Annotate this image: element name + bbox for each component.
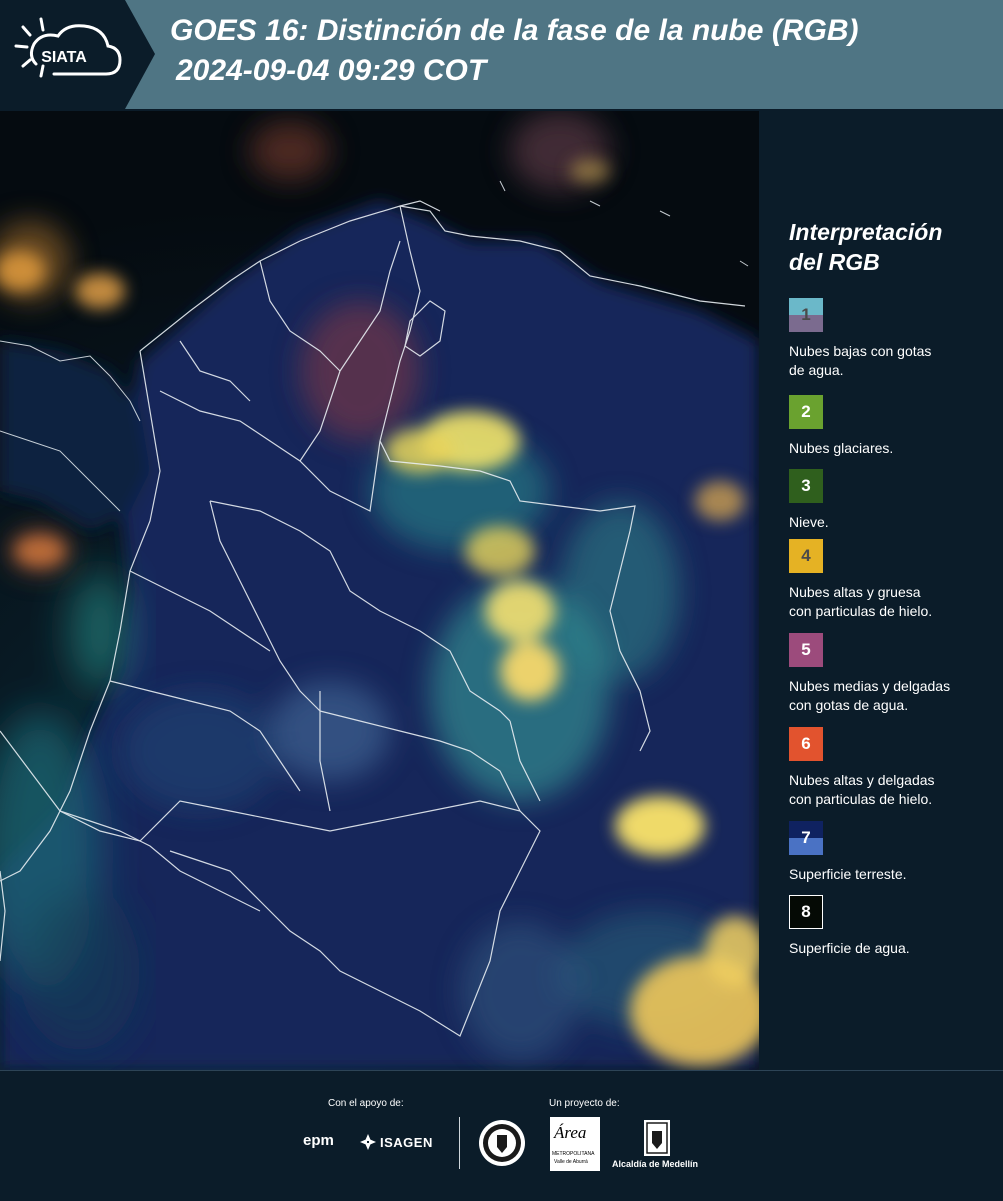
legend-title-line1: Interpretación	[789, 219, 943, 245]
footer-divider	[459, 1117, 460, 1169]
legend-label-1-line1: Nubes bajas con gotas	[789, 343, 932, 359]
project-label: Un proyecto de:	[549, 1098, 620, 1109]
legend-label-1-line2: de agua.	[789, 362, 844, 378]
page-timestamp: 2024-09-04 09:29 COT	[176, 54, 487, 87]
legend-title: Interpretación del RGB	[789, 217, 989, 277]
legend-item-4: 4 Nubes altas y gruesa con particulas de…	[789, 539, 999, 621]
legend-item-7: 7 Superficie terreste.	[789, 821, 999, 884]
support-label: Con el apoyo de:	[328, 1098, 404, 1109]
area-logo-line2: METROPOLITANA	[552, 1151, 595, 1157]
legend-item-1: 1 Nubes bajas con gotas de agua.	[789, 298, 999, 380]
legend-swatch-6: 6	[789, 727, 823, 761]
area-metropolitana-logo: Área METROPOLITANA Valle de Aburrá	[550, 1117, 600, 1171]
legend-panel: Interpretación del RGB 1 Nubes bajas con…	[760, 111, 1003, 1070]
legend-label-4-line1: Nubes altas y gruesa	[789, 584, 921, 600]
legend-swatch-3: 3	[789, 469, 823, 503]
legend-swatch-7: 7	[789, 821, 823, 855]
legend-label-5-line2: con gotas de agua.	[789, 697, 909, 713]
legend-swatch-4: 4	[789, 539, 823, 573]
footer: Con el apoyo de: Un proyecto de: epm ISA…	[0, 1070, 1003, 1201]
legend-item-3: 3 Nieve.	[789, 469, 999, 532]
legend-label-3-line1: Nieve.	[789, 514, 829, 530]
legend-label-4: Nubes altas y gruesa con particulas de h…	[789, 583, 999, 621]
legend-label-5-line1: Nubes medias y delgadas	[789, 678, 951, 694]
legend-swatch-5: 5	[789, 633, 823, 667]
legend-title-line2: del RGB	[789, 249, 880, 275]
alcaldia-shield-icon	[643, 1119, 671, 1162]
legend-label-2-line1: Nubes glaciares.	[789, 440, 894, 456]
area-logo-line3: Valle de Aburrá	[554, 1159, 588, 1165]
siata-logo: SIATA	[0, 0, 155, 109]
legend-item-2: 2 Nubes glaciares.	[789, 395, 999, 458]
epm-logo: epm	[303, 1132, 334, 1149]
header-bar: SIATA GOES 16: Distinción de la fase de …	[0, 0, 1003, 109]
legend-label-6-line1: Nubes altas y delgadas	[789, 772, 935, 788]
legend-label-3: Nieve.	[789, 513, 999, 532]
area-logo-line1: Área	[554, 1123, 587, 1142]
satellite-map	[0, 111, 770, 1070]
legend-swatch-2: 2	[789, 395, 823, 429]
legend-label-4-line2: con particulas de hielo.	[789, 603, 933, 619]
legend-label-1: Nubes bajas con gotas de agua.	[789, 342, 999, 380]
legend-label-2: Nubes glaciares.	[789, 439, 999, 458]
legend-label-5: Nubes medias y delgadas con gotas de agu…	[789, 677, 999, 715]
isagen-icon	[360, 1134, 376, 1150]
legend-item-8: 8 Superficie de agua.	[789, 895, 999, 958]
legend-label-6-line2: con particulas de hielo.	[789, 791, 933, 807]
legend-swatch-8: 8	[789, 895, 823, 929]
legend-item-6: 6 Nubes altas y delgadas con particulas …	[789, 727, 999, 809]
legend-swatch-1: 1	[789, 298, 823, 332]
isagen-logo: ISAGEN	[380, 1135, 433, 1150]
logo-text: SIATA	[41, 49, 87, 66]
legend-label-8-line1: Superficie de agua.	[789, 940, 910, 956]
alcaldia-label: Alcaldía de Medellín	[612, 1159, 699, 1169]
legend-label-7: Superficie terreste.	[789, 865, 999, 884]
legend-label-8: Superficie de agua.	[789, 939, 999, 958]
page-title: GOES 16: Distinción de la fase de la nub…	[170, 14, 859, 47]
legend-item-5: 5 Nubes medias y delgadas con gotas de a…	[789, 633, 999, 715]
legend-label-7-line1: Superficie terreste.	[789, 866, 907, 882]
legend-label-6: Nubes altas y delgadas con particulas de…	[789, 771, 999, 809]
medellin-seal-icon	[477, 1117, 527, 1174]
